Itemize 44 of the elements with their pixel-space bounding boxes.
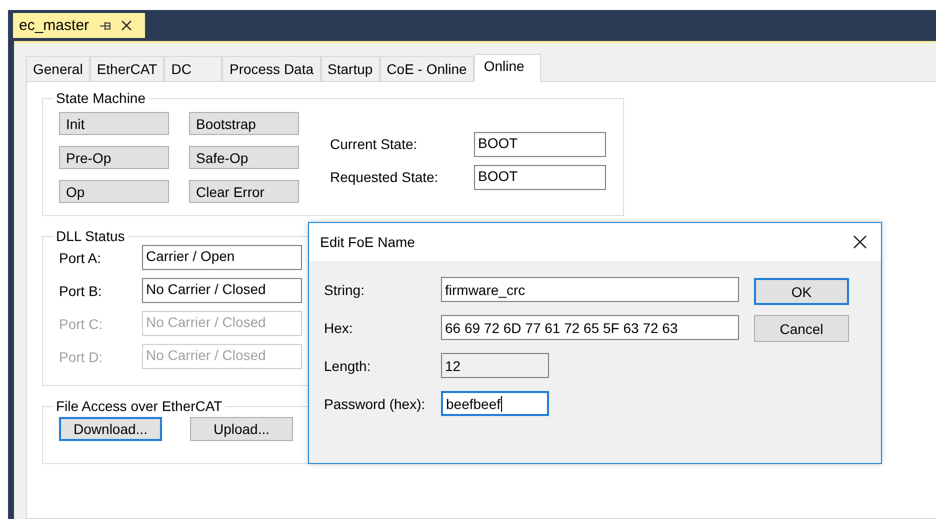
state-button[interactable]: Clear Error <box>189 180 299 203</box>
tab[interactable]: Online <box>474 54 542 82</box>
dialog-title: Edit FoE Name <box>320 234 415 250</box>
field-label: Hex: <box>324 320 354 336</box>
state-field[interactable]: BOOT <box>474 164 606 190</box>
field-label: String: <box>324 282 366 298</box>
field-label: Password (hex): <box>324 396 426 412</box>
document-tab[interactable]: ec_master <box>13 13 145 38</box>
tab[interactable]: CoE - Online <box>380 56 474 81</box>
port-label: Port A: <box>59 250 102 266</box>
field-label: Current State: <box>330 136 418 152</box>
input-field[interactable]: 66 69 72 6D 77 61 72 65 5F 63 72 63 <box>441 315 739 340</box>
input-field[interactable]: 12 <box>441 353 549 378</box>
document-tab-title[interactable]: ec_master <box>19 17 90 34</box>
group-title: DLL Status <box>55 228 126 244</box>
pin-icon[interactable] <box>100 20 112 30</box>
tab[interactable]: DC <box>164 56 222 81</box>
port-label: Port D: <box>59 348 104 364</box>
input-field[interactable]: beefbeef <box>441 391 549 416</box>
state-button[interactable]: Op <box>59 180 169 203</box>
port-status-field[interactable]: Carrier / Open <box>142 245 302 270</box>
close-icon[interactable] <box>853 235 867 249</box>
tab[interactable]: General <box>26 56 90 81</box>
field-label: Length: <box>324 358 372 374</box>
state-field[interactable]: BOOT <box>474 132 606 156</box>
port-label: Port C: <box>59 316 104 332</box>
port-label: Port B: <box>59 282 103 298</box>
tab[interactable]: Process Data <box>222 56 321 81</box>
dialog-button[interactable]: OK <box>754 278 849 305</box>
port-status-field[interactable]: No Carrier / Closed <box>142 278 302 303</box>
action-button[interactable]: Upload... <box>190 417 293 441</box>
state-button[interactable]: Init <box>59 112 169 135</box>
state-button[interactable]: Pre-Op <box>59 146 169 169</box>
group-title: State Machine <box>55 90 146 106</box>
tab[interactable]: Startup <box>320 56 380 81</box>
state-button[interactable]: Bootstrap <box>189 112 299 135</box>
field-label: Requested State: <box>330 169 440 185</box>
group-title: File Access over EtherCAT <box>55 398 224 414</box>
tab[interactable]: EtherCAT <box>90 56 164 81</box>
input-field[interactable]: firmware_crc <box>441 277 739 302</box>
action-button[interactable]: Download... <box>59 417 162 441</box>
state-button[interactable]: Safe-Op <box>189 146 299 169</box>
dialog-button[interactable]: Cancel <box>754 315 849 342</box>
close-icon[interactable] <box>121 20 132 31</box>
